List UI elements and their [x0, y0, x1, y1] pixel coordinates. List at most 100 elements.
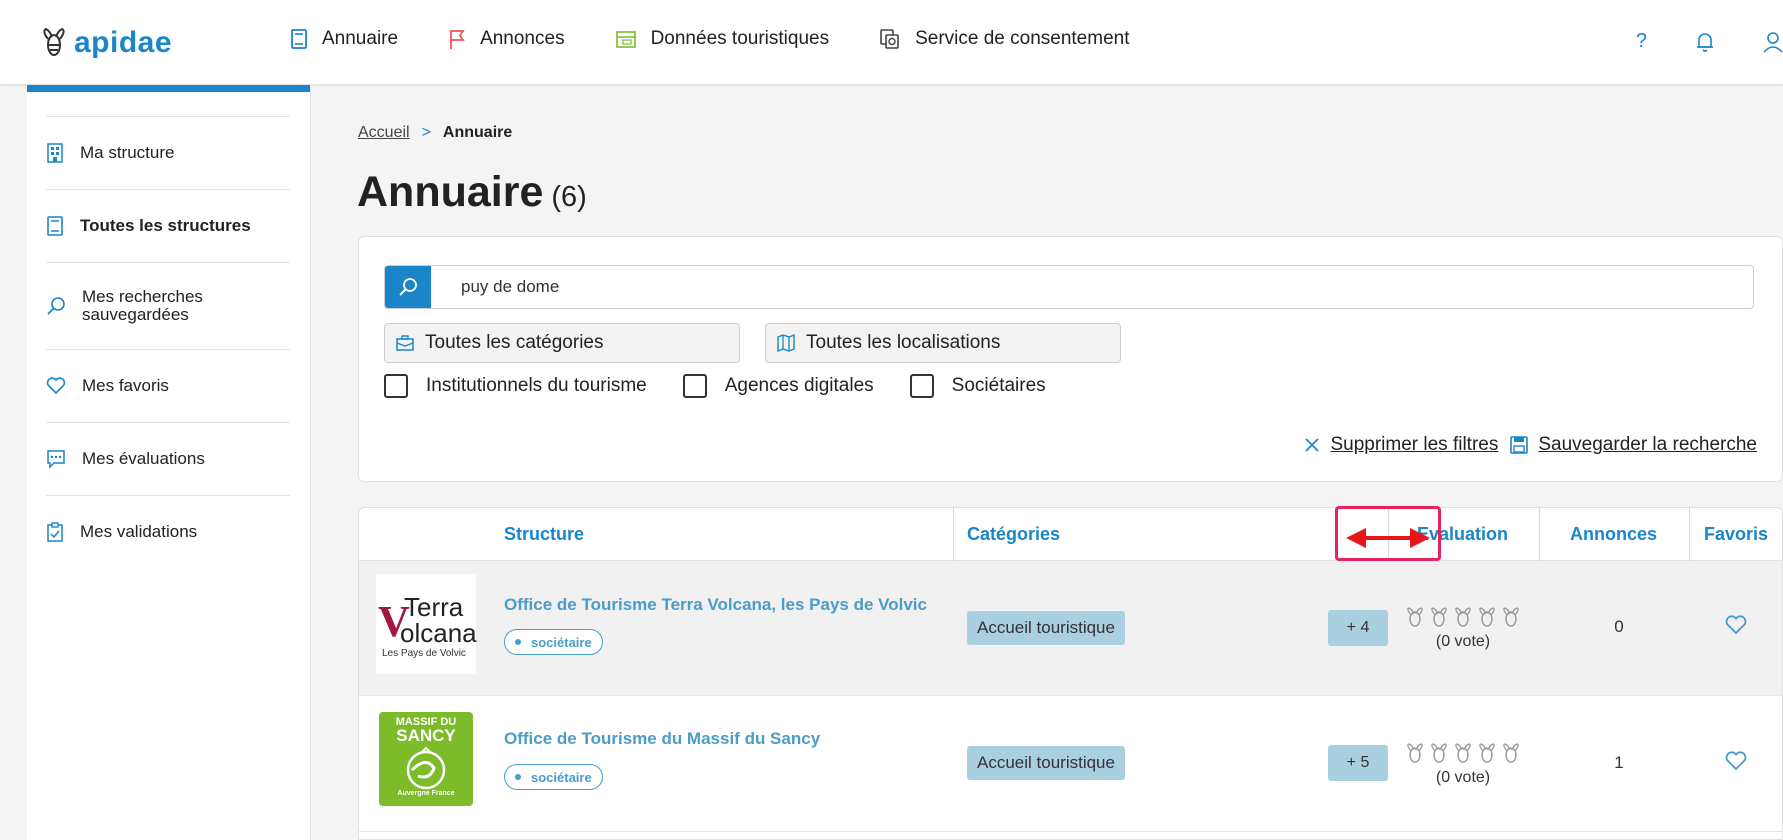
- badge-label: sociétaire: [531, 769, 592, 785]
- bee-rating-icon: [1431, 607, 1447, 627]
- nav-annuaire[interactable]: Annuaire: [290, 28, 398, 50]
- col-favoris[interactable]: Favoris: [1704, 508, 1768, 561]
- filter-card: Toutes les catégories Toutes les localis…: [358, 236, 1783, 482]
- sidebar-accent-bar: [27, 85, 310, 92]
- logo-sub: Les Pays de Volvic: [382, 648, 466, 659]
- search-button[interactable]: [385, 266, 431, 308]
- structure-name-link[interactable]: Office de Tourisme Terra Volcana, les Pa…: [504, 595, 927, 615]
- sidebar-item-toutes-structures[interactable]: Toutes les structures: [46, 189, 290, 262]
- help-icon[interactable]: ?: [1636, 30, 1647, 53]
- database-icon: [615, 31, 636, 48]
- vote-count: (0 vote): [1435, 633, 1491, 650]
- nav-annonces-label: Annonces: [480, 28, 565, 49]
- logo-text: apidae: [74, 26, 173, 59]
- checkbox-societaires[interactable]: Sociétaires: [909, 374, 1046, 398]
- col-annonces[interactable]: Annonces: [1570, 508, 1657, 561]
- briefcase-icon: [396, 335, 414, 351]
- user-icon[interactable]: [1763, 31, 1783, 53]
- logo-line2: olcana: [400, 618, 477, 648]
- checkbox-label: Sociétaires: [951, 375, 1046, 396]
- sidebar-item-label: Ma structure: [80, 143, 175, 162]
- more-categories-pill[interactable]: + 4: [1328, 610, 1388, 646]
- col-categories[interactable]: Catégories: [967, 508, 1060, 561]
- sancy-swirl-icon: [406, 746, 446, 790]
- bee-rating-icon: [1479, 607, 1495, 627]
- chevron-right-icon: >: [421, 124, 431, 141]
- book-icon: [291, 29, 307, 49]
- locations-select[interactable]: Toutes les localisations: [765, 323, 1121, 363]
- map-icon: [777, 334, 795, 352]
- sidebar-item-ma-structure[interactable]: Ma structure: [46, 116, 290, 189]
- column-divider[interactable]: [1689, 508, 1690, 561]
- search-bar: [384, 265, 1754, 309]
- column-resize-highlight[interactable]: [1335, 506, 1441, 561]
- sidebar-item-label: Mes recherches sauvegardées: [82, 287, 203, 324]
- badge-label: sociétaire: [531, 634, 592, 650]
- rating-icons: [1405, 607, 1521, 627]
- column-divider[interactable]: [953, 508, 954, 561]
- breadcrumb-home-link[interactable]: Accueil: [358, 124, 410, 142]
- badge-dot: [515, 774, 521, 780]
- bell-icon[interactable]: [1695, 31, 1715, 53]
- category-pill: Accueil touristique: [967, 611, 1125, 645]
- floppy-disk-icon: [1510, 436, 1529, 454]
- nav-consentement-label: Service de consentement: [915, 28, 1130, 49]
- col-structure[interactable]: Structure: [504, 508, 584, 561]
- page-title-text: Annuaire: [357, 168, 544, 216]
- clear-filters-link[interactable]: Supprimer les filtres: [1304, 434, 1498, 456]
- categories-select[interactable]: Toutes les catégories: [384, 323, 740, 363]
- sidebar-item-evaluations[interactable]: Mes évaluations: [46, 422, 290, 495]
- badge-dot: [515, 639, 521, 645]
- result-count: (6): [551, 181, 587, 213]
- book-icon: [47, 216, 63, 236]
- locations-select-label: Toutes les localisations: [806, 332, 1001, 353]
- status-badge: sociétaire: [504, 764, 603, 790]
- checkbox-label: Institutionnels du tourisme: [426, 375, 647, 396]
- rating: (0 vote): [1405, 743, 1521, 787]
- table-row[interactable]: V Terra olcana Les Pays de Volvic Office…: [359, 561, 1782, 696]
- filter-actions: Supprimer les filtres Sauvegarder la rec…: [1292, 434, 1757, 456]
- checkbox-box[interactable]: [384, 374, 408, 398]
- nav-donnees-touristiques[interactable]: Données touristiques: [615, 28, 830, 50]
- resize-arrows-icon: [1346, 528, 1430, 548]
- checkbox-institutionnels[interactable]: Institutionnels du tourisme: [384, 374, 647, 398]
- rating-icons: [1405, 743, 1521, 763]
- checkbox-agences-digitales[interactable]: Agences digitales: [682, 374, 874, 398]
- annonces-count: 0: [1614, 617, 1624, 636]
- breadcrumb: Accueil > Annuaire: [358, 124, 512, 142]
- heart-icon[interactable]: [1725, 615, 1747, 635]
- nav-annonces[interactable]: Annonces: [448, 28, 565, 50]
- main-nav: Annuaire Annonces Données touristiques S…: [290, 28, 1179, 50]
- bee-rating-icon: [1455, 743, 1471, 763]
- save-search-label: Sauvegarder la recherche: [1538, 434, 1757, 455]
- save-search-link[interactable]: Sauvegarder la recherche: [1510, 434, 1757, 456]
- heart-icon: [46, 377, 66, 395]
- checkbox-box[interactable]: [682, 374, 707, 398]
- bee-rating-icon: [1479, 743, 1495, 763]
- search-input[interactable]: [431, 266, 1753, 308]
- logo-sub: Auvergne France: [397, 790, 455, 797]
- more-categories-pill[interactable]: + 5: [1328, 745, 1388, 781]
- search-icon: [399, 278, 417, 296]
- sidebar-item-label: Mes validations: [80, 522, 198, 541]
- logo-line2: SANCY: [396, 726, 456, 745]
- clear-filters-label: Supprimer les filtres: [1330, 434, 1499, 455]
- flag-icon: [450, 30, 465, 49]
- sidebar-item-recherches[interactable]: Mes recherches sauvegardées: [46, 262, 290, 349]
- breadcrumb-current: Annuaire: [442, 124, 513, 141]
- table-row[interactable]: MASSIF DU SANCY Auvergne France Office d…: [359, 697, 1782, 832]
- massif-sancy-logo: MASSIF DU SANCY Auvergne France: [379, 712, 473, 806]
- sidebar-item-favoris[interactable]: Mes favoris: [46, 349, 290, 422]
- apidae-logo[interactable]: apidae: [40, 26, 172, 60]
- bee-rating-icon: [1503, 607, 1519, 627]
- structure-name-link[interactable]: Office de Tourisme du Massif du Sancy: [504, 729, 820, 749]
- bee-rating-icon: [1431, 743, 1447, 763]
- nav-service-consentement[interactable]: Service de consentement: [879, 28, 1129, 50]
- sidebar-item-validations[interactable]: Mes validations: [46, 495, 290, 568]
- sidebar-item-label: Toutes les structures: [80, 216, 251, 235]
- terra-volcana-logo: V Terra olcana Les Pays de Volvic: [376, 574, 477, 674]
- column-divider[interactable]: [1539, 508, 1540, 561]
- nav-donnees-label: Données touristiques: [650, 28, 830, 49]
- heart-icon[interactable]: [1725, 751, 1747, 771]
- checkbox-box[interactable]: [909, 374, 934, 398]
